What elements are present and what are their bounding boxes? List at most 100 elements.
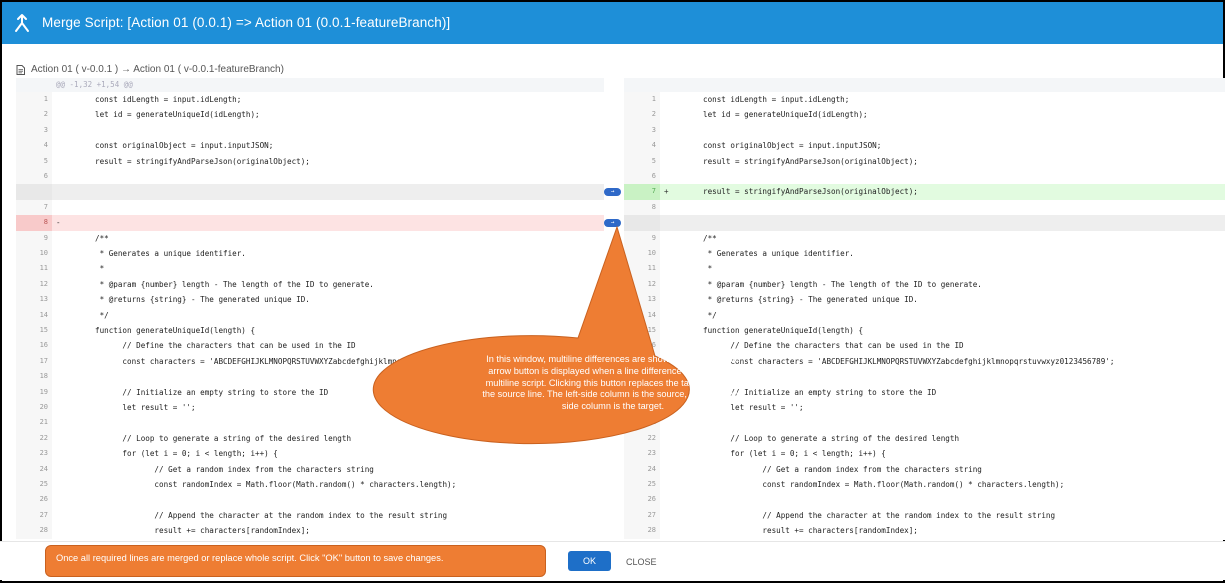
document-icon	[16, 64, 25, 75]
hunk-header-text: @@ -1,32 +1,54 @@	[56, 80, 133, 89]
breadcrumb-text: Action 01 ( v-0.0.1 ) → Action 01 ( v-0.…	[31, 64, 284, 75]
line-number: 21	[624, 415, 660, 431]
code-text: // Loop to generate a string of the desi…	[95, 433, 352, 443]
code-text: const originalObject = input.inputJSON;	[703, 141, 882, 151]
code-text: // Loop to generate a string of the desi…	[703, 433, 960, 443]
source-line: 12 * @param {number} length - The length…	[16, 276, 604, 293]
target-line: 24 // Get a random index from the charac…	[624, 461, 1225, 477]
code-text: *	[703, 264, 713, 274]
target-line: 9 /**	[624, 230, 1225, 246]
code-text: const characters = 'ABCDEFGHIJKLMNOPQRST…	[703, 356, 1115, 366]
source-line: 10 * Generates a unique identifier.	[16, 246, 604, 262]
merge-explanation-callout: In this window, multiline differences ar…	[482, 354, 744, 412]
line-number: 27	[16, 507, 52, 524]
ok-button[interactable]: OK	[568, 551, 611, 571]
line-number	[624, 215, 660, 231]
code-text: result = stringifyAndParseJson(originalO…	[703, 156, 918, 166]
line-number: 17	[16, 353, 52, 370]
line-number: 9	[624, 230, 660, 246]
diff-sign: -	[56, 218, 61, 228]
close-button[interactable]: CLOSE	[620, 551, 663, 571]
target-line: 7 + result = stringifyAndParseJson(origina…	[624, 184, 1225, 200]
line-number: 13	[16, 292, 52, 308]
code-text: const idLength = input.idLength;	[703, 95, 850, 104]
code-text: for (let i = 0; i < length; i++) {	[95, 449, 278, 459]
line-number: 2	[624, 107, 660, 123]
line-number: 6	[624, 169, 660, 185]
line-number: 3	[624, 122, 660, 139]
line-number: 15	[16, 323, 52, 339]
line-number	[16, 184, 52, 200]
target-line: 2 let id = generateUniqueId(idLength);	[624, 107, 1225, 123]
line-number: 5	[16, 153, 52, 169]
code-text: function generateUniqueId(length) {	[95, 326, 256, 335]
line-number: 25	[16, 477, 52, 493]
code-text: function generateUniqueId(length) {	[703, 326, 864, 335]
source-line: 16 // Define the characters that can be …	[16, 338, 604, 354]
target-line: 10 * Generates a unique identifier.	[624, 246, 1225, 262]
diff-viewer: @@ -1,32 +1,54 @@ 1 const idLength = inpu…	[16, 78, 1225, 540]
code-text: * @returns {string} - The generated uniq…	[703, 295, 918, 305]
dialog-titlebar: Merge Script: [Action 01 (0.0.1) => Acti…	[2, 2, 1223, 44]
source-line: 24 // Get a random index from the charac…	[16, 461, 604, 477]
target-line: 8	[624, 199, 1225, 216]
line-number: 22	[16, 430, 52, 447]
line-number: 8	[16, 215, 52, 231]
code-text: result = stringifyAndParseJson(originalO…	[703, 187, 918, 197]
source-pane[interactable]: @@ -1,32 +1,54 @@ 1 const idLength = inpu…	[16, 78, 604, 540]
code-text: // Get a random index from the character…	[95, 464, 374, 474]
code-text: let result = '';	[95, 403, 196, 412]
code-text: const characters = 'ABCDEFGHIJKLMNOPQRST…	[95, 356, 507, 366]
save-hint-callout: Once all required lines are merged or re…	[45, 545, 546, 577]
line-number: 1	[624, 92, 660, 108]
line-number: 24	[624, 461, 660, 477]
target-line: 22 // Loop to generate a string of the d…	[624, 430, 1225, 447]
line-number: 12	[624, 276, 660, 293]
code-text: * @param {number} length - The length of…	[95, 279, 374, 289]
dialog-title: Merge Script: [Action 01 (0.0.1) => Acti…	[42, 15, 451, 30]
source-line: 13 * @returns {string} - The generated u…	[16, 292, 604, 308]
source-line	[16, 184, 604, 200]
source-line: 7	[16, 199, 604, 216]
code-text: let id = generateUniqueId(idLength);	[95, 110, 260, 120]
source-line: 28 result += characters[randomIndex];	[16, 523, 604, 539]
code-text: result = stringifyAndParseJson(originalO…	[95, 156, 310, 166]
code-text: */	[95, 310, 109, 320]
code-text: result += characters[randomIndex];	[703, 526, 918, 536]
source-line: 5 result = stringifyAndParseJson(original…	[16, 153, 604, 169]
code-text: // Append the character at the random in…	[703, 510, 1056, 520]
line-number: 16	[16, 338, 52, 354]
code-text: const originalObject = input.inputJSON;	[95, 141, 274, 151]
code-text: /**	[703, 233, 717, 243]
source-line: 22 // Loop to generate a string of the d…	[16, 430, 604, 447]
target-line: 28 result += characters[randomIndex];	[624, 523, 1225, 539]
target-line: 11 *	[624, 261, 1225, 277]
target-line: 6	[624, 169, 1225, 185]
code-text: * @returns {string} - The generated uniq…	[95, 295, 310, 305]
source-line: 2 let id = generateUniqueId(idLength);	[16, 107, 604, 123]
line-number: 20	[16, 400, 52, 416]
source-line: 23 for (let i = 0; i < length; i++) {	[16, 446, 604, 462]
line-number: 18	[16, 369, 52, 385]
target-line: 27 // Append the character at the random…	[624, 507, 1225, 524]
hunk-header: @@ -1,32 +1,54 @@	[16, 78, 604, 92]
target-line: 26	[624, 492, 1225, 508]
breadcrumb: Action 01 ( v-0.0.1 ) → Action 01 ( v-0.…	[16, 64, 284, 75]
code-text: // Define the characters that can be use…	[95, 341, 356, 351]
line-number: 1	[16, 92, 52, 108]
source-line: 27 // Append the character at the random…	[16, 507, 604, 524]
code-text: const randomIndex = Math.floor(Math.rand…	[703, 480, 1065, 489]
line-number: 25	[624, 477, 660, 493]
target-line: 23 for (let i = 0; i < length; i++) {	[624, 446, 1225, 462]
code-text: const idLength = input.idLength;	[95, 95, 242, 104]
merge-line-arrow-button[interactable]: →	[604, 218, 621, 227]
code-text: result += characters[randomIndex];	[95, 526, 310, 536]
target-pane[interactable]: 1 const idLength = input.idLength; 2 let id…	[624, 78, 1225, 540]
target-line: 1 const idLength = input.idLength;	[624, 92, 1225, 108]
line-number: 13	[624, 292, 660, 308]
merge-line-arrow-button[interactable]: →	[604, 187, 621, 196]
line-number: 23	[16, 446, 52, 462]
code-text: // Define the characters that can be use…	[703, 341, 964, 351]
line-number: 11	[624, 261, 660, 277]
line-number: 15	[624, 323, 660, 339]
